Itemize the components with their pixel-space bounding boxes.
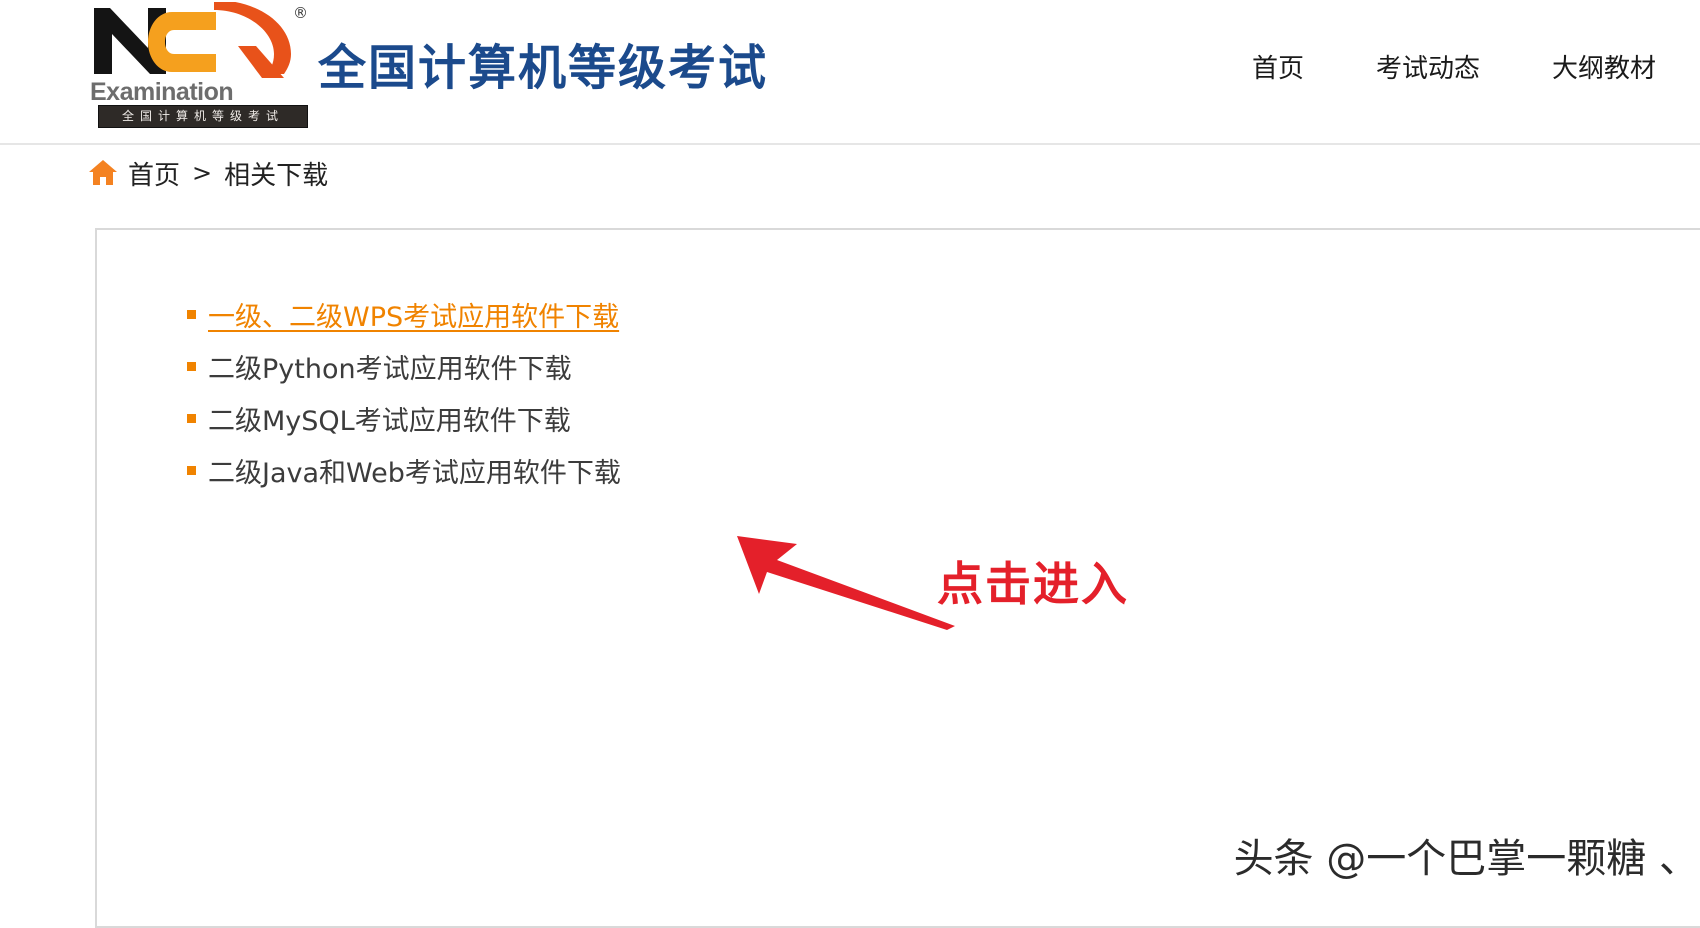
site-header: ® Examination 全国计算机等级考试 全国计算机等级考试 首页 考试动… (0, 0, 1700, 145)
breadcrumb: 首页 > 相关下载 (88, 152, 328, 194)
breadcrumb-separator: > (192, 159, 213, 187)
logo-subtitle-bar: 全国计算机等级考试 (98, 105, 308, 128)
ncre-logo-icon: ® (88, 0, 318, 80)
download-link-wps[interactable]: 一级、二级WPS考试应用软件下载 (208, 295, 619, 334)
bullet-icon (187, 465, 196, 475)
list-item: 二级Python考试应用软件下载 (187, 340, 621, 392)
home-icon[interactable] (88, 159, 118, 187)
nav-home[interactable]: 首页 (1252, 48, 1304, 85)
annotation-label: 点击进入 (937, 557, 1129, 611)
download-link-mysql[interactable]: 二级MySQL考试应用软件下载 (208, 399, 571, 438)
content-panel: 一级、二级WPS考试应用软件下载 二级Python考试应用软件下载 二级MySQ… (95, 228, 1700, 928)
download-link-python[interactable]: 二级Python考试应用软件下载 (208, 347, 572, 386)
nav-syllabus-materials[interactable]: 大纲教材 (1552, 48, 1656, 85)
bullet-icon (187, 309, 196, 319)
list-item: 一级、二级WPS考试应用软件下载 (187, 288, 621, 340)
watermark: 头条 @一个巴掌一颗糖 、 (1233, 836, 1699, 882)
list-item: 二级Java和Web考试应用软件下载 (187, 444, 621, 496)
red-arrow-icon (697, 520, 957, 630)
main-navigation: 首页 考试动态 大纲教材 (1252, 48, 1656, 85)
svg-text:®: ® (293, 4, 308, 22)
breadcrumb-current: 相关下载 (224, 160, 329, 191)
download-link-java-web[interactable]: 二级Java和Web考试应用软件下载 (208, 451, 621, 490)
bullet-icon (187, 413, 196, 423)
list-item: 二级MySQL考试应用软件下载 (187, 392, 621, 444)
site-logo[interactable]: ® Examination 全国计算机等级考试 (88, 0, 318, 128)
logo-wordmark: Examination (90, 78, 234, 106)
bullet-icon (187, 361, 196, 371)
nav-exam-news[interactable]: 考试动态 (1376, 48, 1480, 85)
download-list: 一级、二级WPS考试应用软件下载 二级Python考试应用软件下载 二级MySQ… (187, 288, 621, 496)
page-title: 全国计算机等级考试 (318, 40, 769, 96)
breadcrumb-home[interactable]: 首页 (128, 155, 180, 192)
